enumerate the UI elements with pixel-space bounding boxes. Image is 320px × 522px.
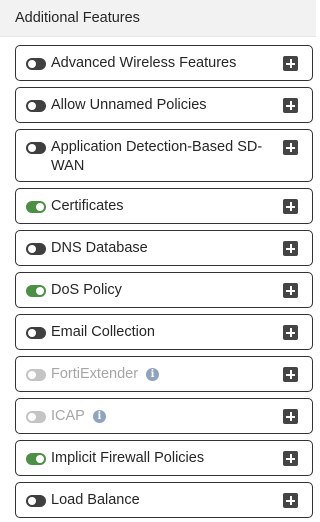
feature-label-wrap: ICAP i <box>51 407 273 426</box>
feature-toggle[interactable] <box>26 327 46 339</box>
feature-row-load-balance[interactable]: Load Balance <box>15 482 313 518</box>
feature-label: Load Balance <box>51 492 140 508</box>
plus-square-icon[interactable] <box>283 283 298 298</box>
feature-toggle[interactable] <box>26 142 46 154</box>
feature-toggle[interactable] <box>26 58 46 70</box>
plus-square-icon[interactable] <box>283 140 298 155</box>
feature-toggle[interactable] <box>26 100 46 112</box>
section-title: Additional Features <box>15 10 140 26</box>
section-header: Additional Features <box>0 0 316 37</box>
feature-row-allow-unnamed-policies[interactable]: Allow Unnamed Policies <box>15 87 313 123</box>
feature-row-dns-database[interactable]: DNS Database <box>15 230 313 266</box>
plus-square-icon[interactable] <box>283 98 298 113</box>
plus-square-icon[interactable] <box>283 493 298 508</box>
feature-toggle[interactable] <box>26 453 46 465</box>
feature-row-implicit-firewall-policies[interactable]: Implicit Firewall Policies <box>15 440 313 476</box>
plus-square-icon[interactable] <box>283 451 298 466</box>
feature-label: DoS Policy <box>51 282 122 298</box>
feature-row-dos-policy[interactable]: DoS Policy <box>15 272 313 308</box>
feature-row-fortiextender[interactable]: FortiExtender i <box>15 356 313 392</box>
feature-row-application-detection-sdwan[interactable]: Application Detection-Based SD-WAN <box>15 129 313 182</box>
plus-square-icon[interactable] <box>283 409 298 424</box>
feature-toggle <box>26 369 46 381</box>
feature-label: ICAP <box>51 408 85 424</box>
info-circle-icon[interactable]: i <box>146 368 160 381</box>
feature-row-icap[interactable]: ICAP i <box>15 398 313 434</box>
plus-square-icon[interactable] <box>283 325 298 340</box>
feature-label: Email Collection <box>51 324 155 340</box>
feature-toggle <box>26 411 46 423</box>
plus-square-icon[interactable] <box>283 56 298 71</box>
feature-label: DNS Database <box>51 240 148 256</box>
feature-label-wrap: FortiExtender i <box>51 365 273 384</box>
plus-square-icon[interactable] <box>283 241 298 256</box>
info-circle-icon[interactable]: i <box>92 410 106 423</box>
feature-row-email-collection[interactable]: Email Collection <box>15 314 313 350</box>
plus-square-icon[interactable] <box>283 199 298 214</box>
feature-toggle[interactable] <box>26 243 46 255</box>
feature-label: Certificates <box>51 198 124 214</box>
feature-label: Application Detection-Based SD-WAN <box>51 139 263 174</box>
feature-row-advanced-wireless[interactable]: Advanced Wireless Features <box>15 45 313 81</box>
plus-square-icon[interactable] <box>283 367 298 382</box>
feature-toggle[interactable] <box>26 285 46 297</box>
feature-label: Advanced Wireless Features <box>51 55 237 71</box>
feature-toggle[interactable] <box>26 495 46 507</box>
feature-toggle[interactable] <box>26 201 46 213</box>
feature-label: Allow Unnamed Policies <box>51 97 207 113</box>
feature-label: Implicit Firewall Policies <box>51 450 205 466</box>
feature-row-certificates[interactable]: Certificates <box>15 188 313 224</box>
feature-label: FortiExtender <box>51 366 139 382</box>
